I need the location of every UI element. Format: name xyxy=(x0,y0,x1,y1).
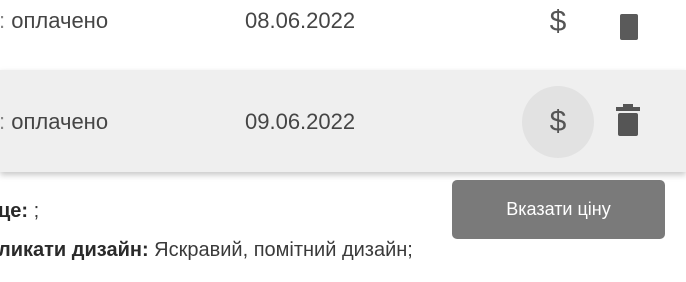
detail-value: ; xyxy=(28,200,40,222)
tooltip: Вказати ціну xyxy=(452,180,665,239)
table-row: : оплачено 08.06.2022 $ xyxy=(0,0,686,68)
dollar-icon: $ xyxy=(549,5,567,38)
order-list: : оплачено 08.06.2022 $ : оплачено 09.06… xyxy=(0,0,686,282)
detail-label: ликати дизайн: xyxy=(0,239,149,261)
trash-icon xyxy=(616,104,640,136)
detail-value: Яскравий, помітний дизайн; xyxy=(148,239,413,261)
trash-icon xyxy=(620,14,638,40)
delete-button[interactable] xyxy=(616,104,640,136)
status-cell: : оплачено xyxy=(0,8,108,34)
set-price-button[interactable]: $ xyxy=(522,86,594,158)
detail-line: це: ; xyxy=(0,200,39,223)
status-text: оплачено xyxy=(11,109,109,134)
date-cell: 09.06.2022 xyxy=(245,109,356,134)
set-price-button[interactable]: $ xyxy=(522,0,594,58)
delete-button[interactable] xyxy=(617,10,641,42)
dollar-icon: $ xyxy=(549,105,567,138)
detail-label: це: xyxy=(0,200,29,222)
status-cell: : оплачено xyxy=(0,109,108,135)
date-cell: 08.06.2022 xyxy=(245,8,356,33)
detail-line: ликати дизайн: Яскравий, помітний дизайн… xyxy=(0,239,413,262)
status-text: оплачено xyxy=(11,8,109,33)
